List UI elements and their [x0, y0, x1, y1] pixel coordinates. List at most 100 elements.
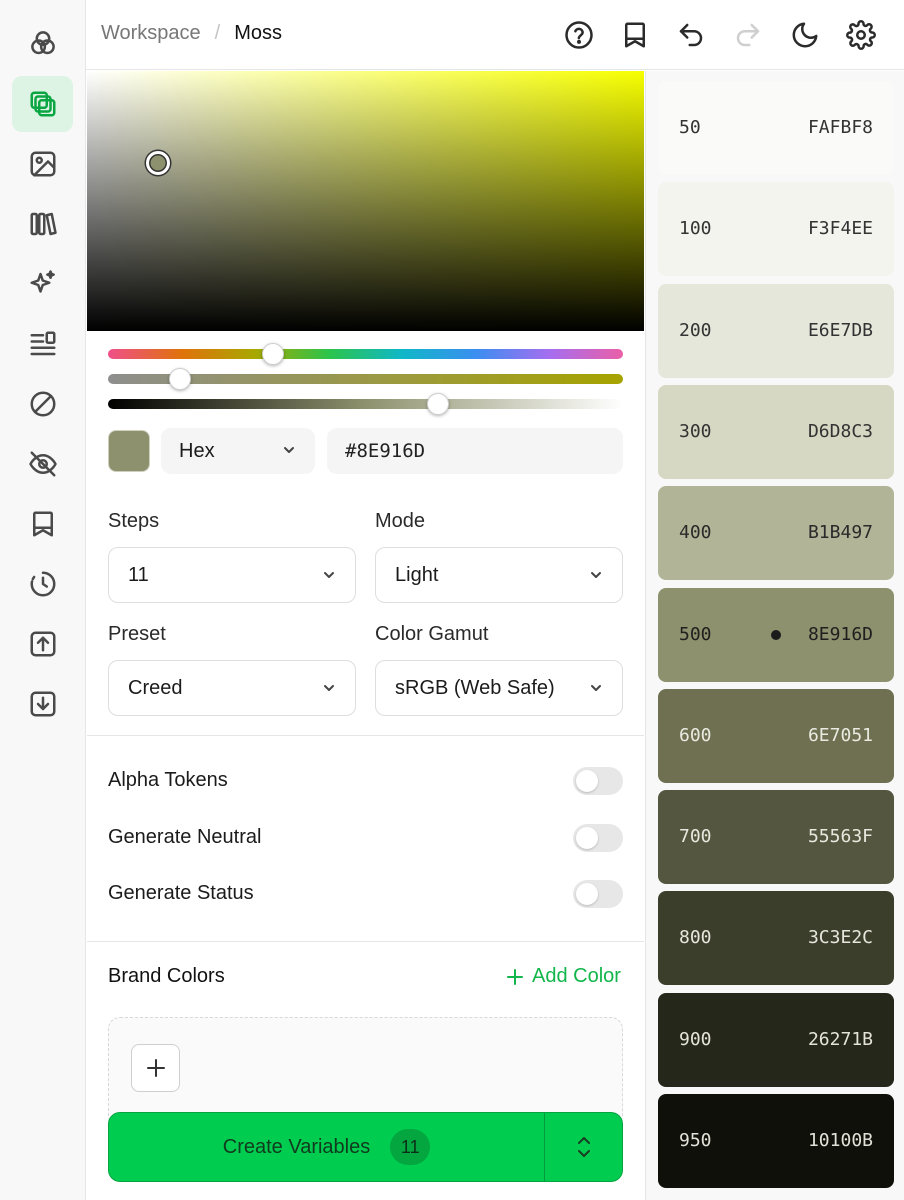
mode-select[interactable]: Light: [375, 547, 623, 603]
shade-step: 700: [679, 826, 712, 848]
ban-icon: [30, 391, 55, 417]
moon-icon: [792, 22, 818, 48]
shade-hex: 26271B: [807, 1028, 873, 1050]
current-color-swatch[interactable]: [108, 430, 150, 472]
palette-shade-600[interactable]: 600 6E7051: [658, 688, 894, 783]
shade-step: 900: [679, 1028, 712, 1050]
saturation-slider[interactable]: [108, 368, 623, 390]
sidebar-item-images[interactable]: [12, 136, 73, 192]
palette-shade-400[interactable]: 400 B1B497: [658, 486, 894, 581]
palette-shade-700[interactable]: 700 55563F: [658, 790, 894, 885]
hue-slider-knob[interactable]: [261, 343, 284, 365]
upload-icon: [30, 631, 55, 657]
help-button[interactable]: [559, 15, 599, 55]
chevron-down-icon: [588, 567, 604, 583]
toggle-knob: [576, 827, 598, 849]
plus-icon: [146, 1059, 165, 1077]
add-brand-color-button[interactable]: [131, 1044, 180, 1092]
create-options-button[interactable]: [544, 1112, 623, 1182]
alpha-tokens-toggle[interactable]: [573, 767, 623, 795]
sidebar-item-blocked[interactable]: [12, 376, 73, 432]
steps-select[interactable]: 11: [108, 547, 356, 603]
sidebar-item-download[interactable]: [12, 676, 73, 732]
sidebar-item-upload[interactable]: [12, 616, 73, 672]
sidebar-item-history[interactable]: [12, 556, 73, 612]
picker-handle[interactable]: [146, 151, 170, 175]
gamut-select[interactable]: sRGB (Web Safe): [375, 660, 623, 716]
sidebar-item-saved[interactable]: [12, 496, 73, 552]
shade-step: 600: [679, 724, 712, 746]
palette-shade-100[interactable]: 100 F3F4EE: [658, 182, 894, 277]
generate-status-toggle[interactable]: [573, 880, 623, 908]
palette-shade-900[interactable]: 900 26271B: [658, 992, 894, 1087]
sparkles-icon: [30, 270, 55, 293]
steps-value: 11: [128, 563, 149, 586]
chevron-down-icon: [321, 680, 337, 696]
shade-step: 50: [679, 117, 701, 138]
create-variables-button[interactable]: Create Variables 11: [108, 1112, 545, 1182]
saturation-slider-knob[interactable]: [169, 368, 192, 390]
chevron-down-icon: [281, 442, 297, 458]
shade-step: 400: [679, 522, 712, 544]
palette-shade-300[interactable]: 300 D6D8C3: [658, 384, 894, 479]
brand-colors-dropzone[interactable]: [108, 1017, 623, 1127]
bookmark-button[interactable]: [615, 15, 655, 55]
preset-value: Creed: [128, 676, 183, 699]
shade-hex: E6E7DB: [807, 319, 873, 341]
palette-shade-500[interactable]: 500 8E916D: [658, 587, 894, 682]
color-picker-area[interactable]: [87, 71, 644, 331]
chevron-down-icon: [321, 567, 337, 583]
lightness-slider[interactable]: [108, 393, 623, 415]
generate-neutral-toggle[interactable]: [573, 824, 623, 852]
sidebar-item-library[interactable]: [12, 196, 73, 252]
hue-slider[interactable]: [108, 343, 623, 365]
lightness-slider-knob[interactable]: [426, 393, 449, 415]
redo-icon: [736, 23, 760, 47]
help-icon: [565, 21, 593, 49]
breadcrumb: Workspace / Moss: [101, 22, 282, 45]
selected-shade-dot: [771, 629, 781, 640]
undo-button[interactable]: [671, 15, 711, 55]
shade-hex: 10100B: [807, 1130, 873, 1151]
breadcrumb-workspace[interactable]: Workspace: [101, 22, 201, 45]
shade-step: 800: [679, 927, 712, 949]
palette-shade-200[interactable]: 200 E6E7DB: [658, 283, 894, 378]
settings-button[interactable]: [841, 15, 881, 55]
sidebar: [0, 0, 86, 1200]
shade-step: 200: [679, 319, 712, 341]
shade-hex: D6D8C3: [807, 420, 873, 442]
brand-colors-title: Brand Colors: [108, 965, 225, 987]
generate-status-label: Generate Status: [108, 882, 254, 904]
undo-icon: [679, 23, 703, 47]
gamut-label: Color Gamut: [375, 623, 489, 645]
sidebar-item-layers[interactable]: [12, 76, 73, 132]
bookmark-icon: [32, 511, 53, 537]
palette-shade-950[interactable]: 950 10100B: [658, 1094, 894, 1188]
sidebar-item-list[interactable]: [12, 316, 73, 372]
palette-shade-800[interactable]: 800 3C3E2C: [658, 891, 894, 986]
color-format-select[interactable]: Hex: [161, 428, 315, 474]
sidebar-item-generate[interactable]: [12, 256, 73, 312]
shade-hex: F3F4EE: [807, 218, 873, 240]
add-color-button[interactable]: Add Color: [506, 965, 621, 988]
alpha-tokens-label: Alpha Tokens: [108, 769, 228, 791]
shade-step: 950: [679, 1130, 712, 1151]
sidebar-item-hidden[interactable]: [12, 436, 73, 492]
history-icon: [29, 571, 55, 597]
sidebar-item-palettes[interactable]: [12, 15, 73, 71]
eye-off-icon: [28, 451, 57, 477]
shade-hex: 6E7051: [807, 724, 873, 746]
mode-value: Light: [395, 563, 439, 586]
theme-toggle-button[interactable]: [785, 15, 825, 55]
preset-label: Preset: [108, 623, 166, 645]
toggle-knob: [576, 883, 598, 905]
list-icon: [30, 331, 55, 356]
redo-button[interactable]: [728, 15, 768, 55]
palette-shade-50[interactable]: 50 FAFBF8: [658, 81, 894, 175]
chevron-up-down-icon: [577, 1137, 590, 1157]
palette-panel: 50 FAFBF8 100 F3F4EE 200 E6E7DB 300 D6D8C3 400 B1…: [645, 71, 904, 1200]
preset-select[interactable]: Creed: [108, 660, 356, 716]
hex-input[interactable]: [327, 428, 623, 474]
library-icon: [30, 212, 57, 236]
shade-step: 300: [679, 420, 712, 442]
